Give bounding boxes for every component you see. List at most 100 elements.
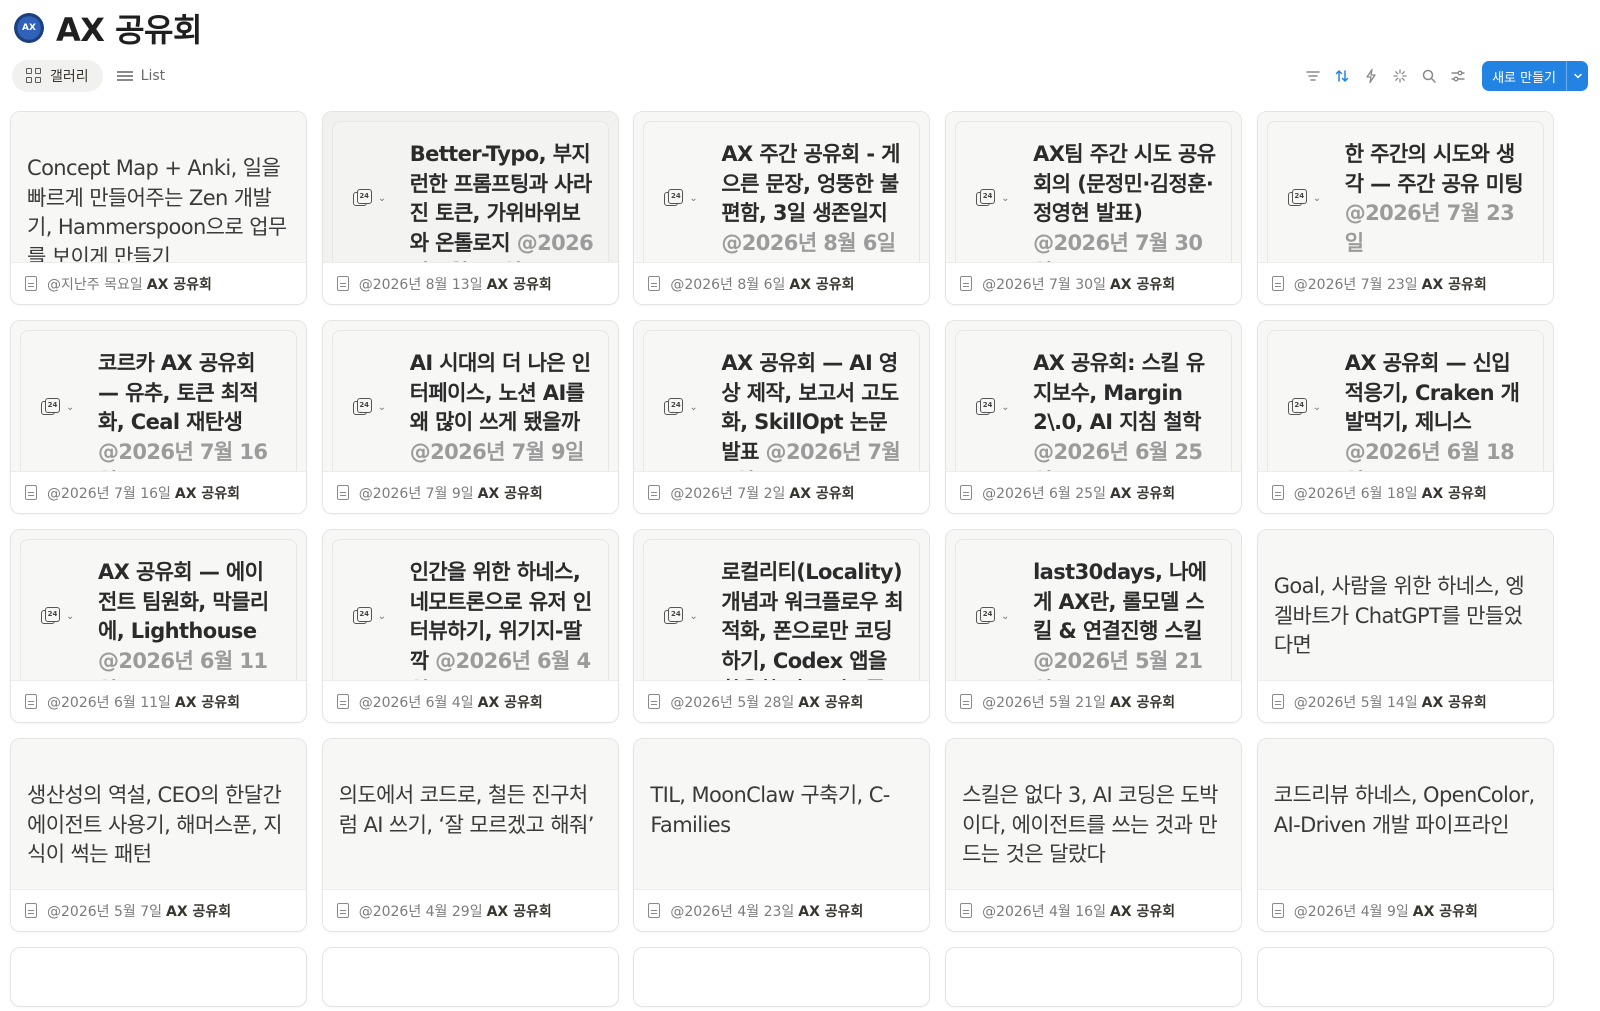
date-mention: @2026년 8월 6일 [721,230,896,255]
chevron-down-icon: ⌄ [1312,193,1322,204]
calendar-toggle: 24 ⌄ [41,331,74,473]
card-date: @2026년 6월 11일 [47,694,171,711]
calendar-icon: 24 [664,397,684,416]
card-preview-text: AX팀 주간 시도 공유회의 (문정민·김정훈·정영현 발표) @2026년 7… [1033,140,1217,264]
chevron-down-icon[interactable] [1566,61,1588,91]
calendar-icon: 24 [664,188,684,207]
chevron-down-icon: ⌄ [689,611,698,622]
page-icon [1271,276,1284,291]
card-preview-text: 스킬은 없다 3, AI 코딩은 도박이다, 에이전트를 쓰는 것과 만드는 것… [962,783,1218,866]
settings-sliders-icon[interactable] [1449,68,1466,85]
gallery-card[interactable]: 24 ⌄ 로컬리티(Locality) 개념과 워크플로우 최적화, 폰으로만 코딩… [633,529,931,723]
card-title-text: AX 공유회 — 신입 적응기, Craken 개발먹기, 제니스 [1344,351,1520,434]
card-footer: @2026년 7월 16일 AX 공유회 [11,471,306,513]
card-preview-text: last30days, 나에게 AX란, 롤모델 스킬 & 연결진행 스킬 @2… [1033,558,1217,682]
new-page-button-label[interactable]: 새로 만들기 [1482,61,1566,91]
card-date: @2026년 6월 18일 [1293,485,1418,502]
card-title-text: AX 공유회 — 에이전트 팀원화, 막믈리에, Lighthouse [98,560,269,643]
calendar-icon: 24 [41,606,61,625]
gallery-card[interactable]: 24 ⌄ Better-Typo, 부지런한 프롬프팅과 사라진 토큰, 가위바위보… [321,111,619,305]
gallery-card[interactable]: Goal, 사람을 위한 하네스, 엥겔바트가 ChatGPT를 만들었다면 @2… [1256,529,1554,723]
page-logo-icon[interactable]: AX [14,13,44,43]
card-preview-text: AX 공유회 — 에이전트 팀원화, 막믈리에, Lighthouse @202… [98,558,282,682]
card-date: @2026년 7월 2일 [670,485,786,502]
page-header: AX AX 공유회 [14,5,202,51]
card-preview-text: 한 주간의 시도와 생각 — 주간 공유 미팅 @2026년 7월 23일 [1345,140,1529,258]
embedded-page-preview: 24 ⌄ 한 주간의 시도와 생각 — 주간 공유 미팅 @2026년 7월 23일 [1266,121,1544,264]
gallery-card[interactable]: 코드리뷰 하네스, OpenColor, AI-Driven 개발 파이프라인 @… [1256,738,1554,932]
new-page-button[interactable]: 새로 만들기 [1482,61,1588,91]
gallery-card[interactable] [945,947,1243,1007]
gallery-card[interactable]: 24 ⌄ AX팀 주간 시도 공유회의 (문정민·김정훈·정영현 발표) @2026… [945,111,1243,305]
gallery-card[interactable]: 24 ⌄ AX 공유회 — 신입 적응기, Craken 개발먹기, 제니스 @20… [1256,320,1554,514]
gallery-card[interactable]: 의도에서 코드로, 철든 진구처럼 AI 쓰기, ‘잘 모르겠고 해줘’ @202… [321,738,619,932]
page-icon [336,694,349,709]
tab-list-label: List [140,68,166,84]
gallery-card[interactable] [1256,947,1554,1007]
gallery-card[interactable]: 스킬은 없다 3, AI 코딩은 도박이다, 에이전트를 쓰는 것과 만드는 것… [945,738,1243,932]
view-bar: 갤러리 List 새로 만들기 [12,60,1588,92]
gallery-card[interactable]: 24 ⌄ 인간을 위한 하네스, 네모트론으로 유저 인터뷰하기, 위기지-딸깍 @… [321,529,619,723]
tab-gallery[interactable]: 갤러리 [12,60,103,92]
card-preview-text: AX 주간 공유회 - 게으른 문장, 엉뚱한 불편함, 3일 생존일지 @20… [721,140,905,258]
card-title-text: AI 시대의 더 나은 인터페이스, 노션 AI를 왜 많이 쓰게 됐을까 [409,351,591,434]
gallery-card[interactable] [10,947,307,1007]
card-preview-text: 코르카 AX 공유회 — 유추, 토큰 최적화, Ceal 재탄생 @2026년… [98,349,282,473]
gallery-card[interactable]: Concept Map + Anki, 일을 빠르게 만들어주는 Zen 개발기… [10,111,307,305]
gallery-card[interactable]: 24 ⌄ AX 주간 공유회 - 게으른 문장, 엉뚱한 불편함, 3일 생존일지 … [633,111,931,305]
gallery-grid: Concept Map + Anki, 일을 빠르게 만들어주는 Zen 개발기… [10,111,1594,1007]
card-preview-text: 의도에서 코드로, 철든 진구처럼 AI 쓰기, ‘잘 모르겠고 해줘’ [338,783,595,837]
calendar-toggle: 24 ⌄ [664,331,698,473]
card-preview-text: 생산성의 역설, CEO의 한달간 에이전트 사용기, 해머스푼, 지식이 썩는… [27,783,283,866]
card-title: AX 공유회 [1421,485,1487,502]
gallery-card[interactable]: 24 ⌄ 코르카 AX 공유회 — 유추, 토큰 최적화, Ceal 재탄생 @20… [10,320,307,514]
calendar-toggle: 24 ⌄ [352,122,386,264]
sort-icon[interactable] [1333,68,1350,85]
calendar-toggle: 24 ⌄ [1287,331,1321,473]
gallery-card[interactable]: 24 ⌄ 한 주간의 시도와 생각 — 주간 공유 미팅 @2026년 7월 23일… [1256,111,1554,305]
card-preview: 코드리뷰 하네스, OpenColor, AI-Driven 개발 파이프라인 [1257,739,1553,891]
gallery-card[interactable] [321,947,619,1007]
gallery-grid-icon [26,68,42,84]
card-footer: @2026년 6월 18일 AX 공유회 [1257,471,1553,513]
filter-icon[interactable] [1304,68,1321,85]
card-title: AX 공유회 [1109,485,1176,502]
card-footer: @2026년 4월 29일 AX 공유회 [322,889,618,931]
gallery-card[interactable]: 24 ⌄ AI 시대의 더 나은 인터페이스, 노션 AI를 왜 많이 쓰게 됐을까… [321,320,619,514]
card-footer: @2026년 5월 28일 AX 공유회 [634,680,930,722]
gallery-card[interactable]: TIL, MoonClaw 구축기, C-Families @2026년 4월 2… [633,738,931,932]
calendar-icon: 24 [976,606,996,625]
calendar-toggle: 24 ⌄ [352,540,386,682]
card-footer: @2026년 7월 9일 AX 공유회 [322,471,618,513]
card-title: AX 공유회 [1109,903,1176,920]
card-date: @2026년 6월 4일 [358,694,474,711]
gallery-card[interactable]: 24 ⌄ AX 공유회: 스킬 유지보수, Margin 2\.0, AI 지침 철… [945,320,1243,514]
card-footer: @2026년 6월 11일 AX 공유회 [11,680,306,722]
card-footer: @2026년 5월 7일 AX 공유회 [11,889,306,931]
tab-gallery-label: 갤러리 [50,69,89,85]
gallery-card[interactable]: 24 ⌄ AX 공유회 — 에이전트 팀원화, 막믈리에, Lighthouse @… [10,529,307,723]
calendar-icon: 24 [41,397,61,416]
card-title: AX 공유회 [1421,694,1487,711]
card-footer: @2026년 4월 16일 AX 공유회 [946,889,1242,931]
calendar-icon: 24 [1287,397,1308,416]
page-title[interactable]: AX 공유회 [56,5,202,51]
card-date: @2026년 5월 7일 [47,903,162,920]
card-date: @지난주 목요일 [47,276,143,293]
card-preview: TIL, MoonClaw 구축기, C-Families [634,739,930,891]
card-preview: 의도에서 코드로, 철든 진구처럼 AI 쓰기, ‘잘 모르겠고 해줘’ [322,739,618,891]
card-title: AX 공유회 [798,694,864,711]
gallery-card[interactable]: 24 ⌄ last30days, 나에게 AX란, 롤모델 스킬 & 연결진행 스킬… [945,529,1243,723]
card-footer: @2026년 7월 2일 AX 공유회 [634,471,930,513]
gallery-card[interactable]: 24 ⌄ AX 공유회 — AI 영상 제작, 보고서 고도화, SkillOpt … [633,320,931,514]
page-icon [960,485,973,500]
sparkle-icon[interactable] [1391,68,1408,85]
embedded-page-preview: 24 ⌄ last30days, 나에게 AX란, 롤모델 스킬 & 연결진행 스킬… [955,539,1233,682]
gallery-card[interactable] [633,947,931,1007]
tab-list[interactable]: List [103,60,179,92]
gallery-card[interactable]: 생산성의 역설, CEO의 한달간 에이전트 사용기, 해머스푼, 지식이 썩는… [10,738,307,932]
search-icon[interactable] [1420,68,1437,85]
date-mention: @2026년 7월 23일 [1344,201,1515,255]
card-date: @2026년 4월 23일 [670,903,795,920]
automation-bolt-icon[interactable] [1362,68,1379,85]
